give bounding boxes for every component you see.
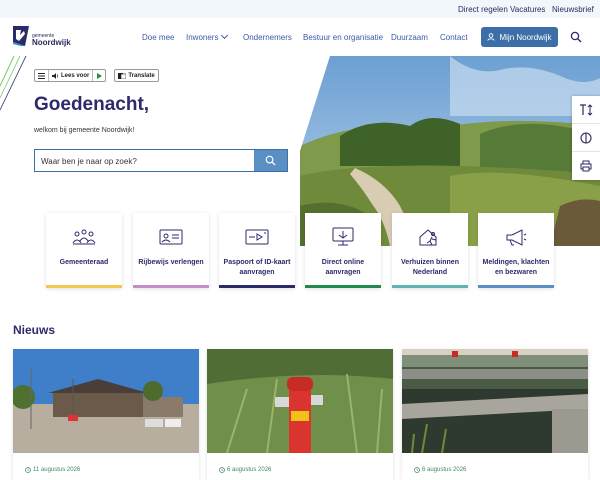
search-submit-button[interactable] xyxy=(254,150,287,171)
news-card[interactable]: 6 augustus 2026 xyxy=(207,349,393,480)
decorative-lines xyxy=(0,56,27,111)
tile-rijbewijs[interactable]: Rijbewijs verlengen xyxy=(133,213,209,288)
text-size-icon xyxy=(580,103,593,116)
tile-accent-bar xyxy=(478,285,554,288)
nav-ondernemers[interactable]: Ondernemers xyxy=(243,33,292,42)
news-heading: Nieuws xyxy=(13,323,56,337)
read-aloud-label: Lees voor xyxy=(61,72,90,79)
hero-title: Goedenacht, xyxy=(34,94,150,115)
nav-inwoners[interactable]: Inwoners xyxy=(186,31,229,42)
id-card-icon xyxy=(159,229,183,245)
tile-accent-bar xyxy=(219,285,295,288)
nav-bestuur[interactable]: Bestuur en organisatie xyxy=(303,33,383,42)
tile-direct-online-label: Direct online aanvragen xyxy=(321,259,365,276)
tile-accent-bar xyxy=(46,285,122,288)
mijn-noordwijk-button[interactable]: Mijn Noordwijk xyxy=(481,27,558,47)
tile-verhuizen[interactable]: Verhuizen binnen Nederland xyxy=(392,213,468,288)
nav-duurzaam[interactable]: Duurzaam xyxy=(391,33,428,42)
translate-label: Translate xyxy=(128,72,155,79)
news-card[interactable]: 6 augustus 2026 xyxy=(402,349,588,480)
news-date-text: 6 augustus 2026 xyxy=(422,467,467,473)
main-header: gemeente Noordwijk Doe mee Inwoners Onde… xyxy=(0,18,600,56)
print-icon xyxy=(580,160,592,172)
tile-gemeenteraad[interactable]: Gemeenteraad xyxy=(46,213,122,288)
tile-paspoort-label: Paspoort of ID-kaart aanvragen xyxy=(223,259,291,276)
news-date-text: 6 augustus 2026 xyxy=(227,467,272,473)
news-card[interactable]: 11 augustus 2026 xyxy=(13,349,199,480)
news-image-building xyxy=(13,349,199,453)
news-date: 6 augustus 2026 xyxy=(219,467,271,473)
read-aloud-button[interactable]: Lees voor xyxy=(49,70,94,81)
read-aloud-group: Lees voor xyxy=(34,69,107,82)
play-icon xyxy=(97,72,103,79)
news-date-text: 11 augustus 2026 xyxy=(33,467,81,473)
news-image-hydrant xyxy=(207,349,393,453)
clock-icon xyxy=(25,467,31,473)
chevron-down-icon xyxy=(221,31,229,40)
tile-direct-online[interactable]: Direct online aanvragen xyxy=(305,213,381,288)
monitor-icon xyxy=(332,227,354,246)
readspeaker-toolbar: Lees voor Translate xyxy=(34,69,159,82)
text-size-button[interactable] xyxy=(572,96,600,124)
menu-icon xyxy=(38,72,45,79)
utility-link-direct-regelen[interactable]: Direct regelen xyxy=(458,5,508,14)
contrast-icon xyxy=(580,131,592,144)
play-button[interactable] xyxy=(93,70,105,81)
user-icon xyxy=(487,33,496,41)
tile-accent-bar xyxy=(133,285,209,288)
utility-link-nieuwsbrief[interactable]: Nieuwsbrief xyxy=(552,5,594,14)
search-icon[interactable] xyxy=(570,31,582,43)
nav-doe-mee[interactable]: Doe mee xyxy=(142,33,174,42)
tile-accent-bar xyxy=(305,285,381,288)
council-icon xyxy=(72,229,96,245)
translate-cell: Translate xyxy=(115,70,157,81)
tile-accent-bar xyxy=(392,285,468,288)
moving-icon xyxy=(419,229,437,246)
logo-mark-icon xyxy=(13,26,29,46)
side-toolbar xyxy=(572,96,600,180)
search-input[interactable] xyxy=(41,154,251,168)
tile-verhuizen-label: Verhuizen binnen Nederland xyxy=(401,259,459,276)
logo-name: Noordwijk xyxy=(32,38,71,47)
news-date: 6 augustus 2026 xyxy=(414,467,466,473)
hero-subtitle: welkom bij gemeente Noordwijk! xyxy=(34,127,135,134)
print-button[interactable] xyxy=(572,152,600,180)
translate-icon xyxy=(118,72,127,79)
tile-gemeenteraad-label: Gemeenteraad xyxy=(59,259,109,266)
news-date: 11 augustus 2026 xyxy=(25,467,80,473)
tile-meldingen[interactable]: Meldingen, klachten en bezwaren xyxy=(478,213,554,288)
menu-button[interactable] xyxy=(35,70,49,81)
clock-icon xyxy=(414,467,420,473)
nav-inwoners-label: Inwoners xyxy=(186,33,219,42)
utility-link-vacatures[interactable]: Vacatures xyxy=(510,5,545,14)
utility-bar: Direct regelen Vacatures Nieuwsbrief xyxy=(0,0,600,18)
mijn-noordwijk-label: Mijn Noordwijk xyxy=(499,32,552,42)
clock-icon xyxy=(219,467,225,473)
tile-paspoort[interactable]: Paspoort of ID-kaart aanvragen xyxy=(219,213,295,288)
nav-contact[interactable]: Contact xyxy=(440,33,468,42)
hero-search xyxy=(34,149,288,172)
megaphone-icon xyxy=(506,229,527,246)
speaker-icon xyxy=(52,72,59,79)
translate-button[interactable]: Translate xyxy=(114,69,159,82)
contrast-button[interactable] xyxy=(572,124,600,152)
tile-rijbewijs-label: Rijbewijs verlengen xyxy=(138,259,204,266)
passport-icon xyxy=(245,229,269,245)
search-icon xyxy=(265,155,276,166)
news-image-canal xyxy=(402,349,588,453)
tile-meldingen-label: Meldingen, klachten en bezwaren xyxy=(482,259,550,276)
site-logo[interactable]: gemeente Noordwijk xyxy=(12,25,72,51)
